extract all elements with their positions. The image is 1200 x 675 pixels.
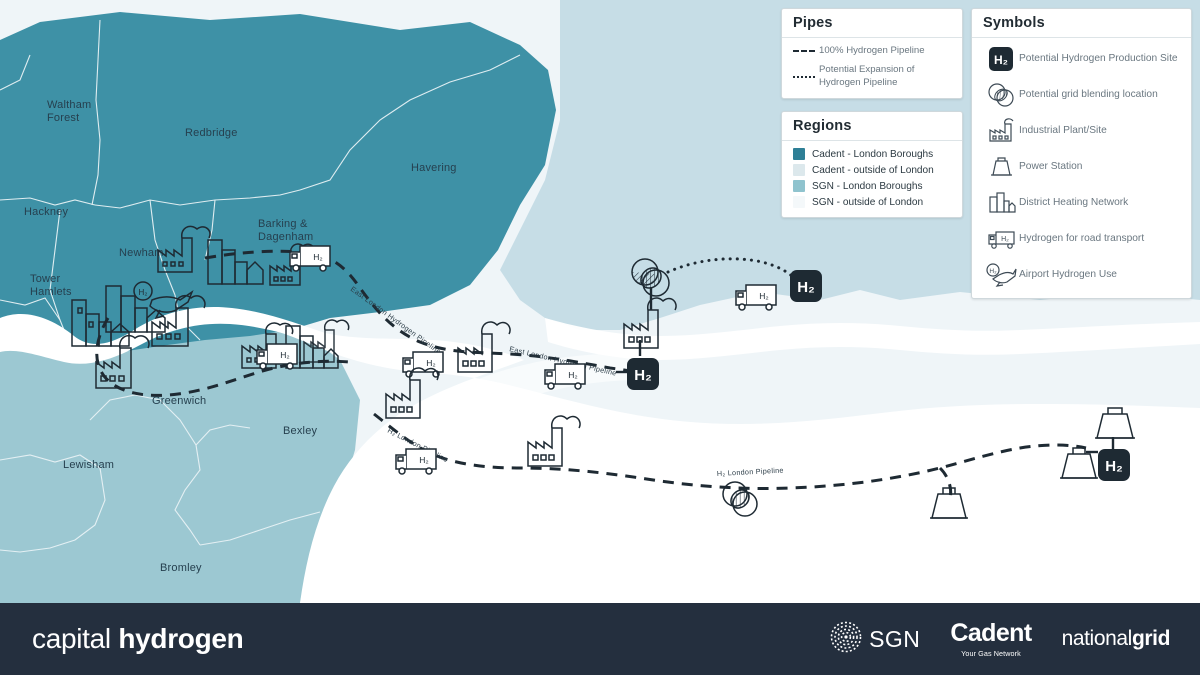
color-swatch (793, 196, 805, 208)
cadent-wordmark: Cadent (950, 618, 1032, 647)
legend-item-label: Potential Hydrogen Production Site (1019, 53, 1178, 65)
h2-production-badge-icon: H₂ (627, 358, 659, 390)
legend-item-label: Airport Hydrogen Use (1019, 269, 1117, 281)
svg-text:H₂: H₂ (634, 367, 652, 384)
borough-label: Waltham (47, 99, 91, 111)
borough-label: Newham (119, 247, 164, 259)
borough-label: Bromley (160, 562, 202, 574)
svg-text:H₂: H₂ (139, 288, 148, 297)
borough-label: Barking & (258, 218, 308, 230)
borough-label: Tower (30, 273, 60, 285)
sgn-wordmark: SGN (869, 625, 921, 652)
legend-item-label: District Heating Network (1019, 197, 1129, 209)
svg-text:H₂: H₂ (994, 53, 1008, 67)
borough-label: Lewisham (63, 459, 114, 471)
legend-item-cadent-outside[interactable]: Cadent - outside of London (793, 164, 951, 176)
borough-label: Hamlets (30, 286, 72, 298)
borough-label: Redbridge (185, 127, 238, 139)
color-swatch (793, 180, 805, 192)
legend-item-label: Cadent - outside of London (812, 164, 934, 176)
h2-production-badge-icon: H₂ (790, 270, 822, 302)
industrial-plant-icon (983, 118, 1019, 144)
legend-pipes-title: Pipes (782, 9, 962, 38)
power-station-icon (983, 155, 1019, 179)
hydrogen-truck-icon: H₂ (983, 228, 1019, 250)
legend-item-power-station[interactable]: Power Station (983, 153, 1180, 181)
sgn-spiral-icon (830, 621, 862, 658)
dashed-line-icon (793, 50, 819, 53)
svg-text:H₂: H₂ (426, 358, 435, 368)
legend-symbols-title: Symbols (972, 9, 1191, 38)
legend-panel-symbols: Symbols H₂ Potential Hydrogen Production… (971, 8, 1192, 299)
borough-label: Hackney (24, 206, 68, 218)
legend-item-industrial-plant[interactable]: Industrial Plant/Site (983, 117, 1180, 145)
svg-text:H₂: H₂ (989, 268, 997, 275)
svg-text:H₂: H₂ (280, 350, 289, 360)
dotted-line-icon (793, 75, 819, 78)
district-heating-icon (983, 190, 1019, 216)
partner-logos: SGN Cadent Your Gas Network nationalgrid (830, 618, 1171, 658)
partner-logo-sgn[interactable]: SGN (830, 621, 920, 658)
airport-hydrogen-icon: H₂ (983, 263, 1019, 287)
nationalgrid-word-grid: grid (1131, 627, 1170, 650)
legend-item-potential-expansion[interactable]: Potential Expansion of Hydrogen Pipeline (793, 64, 951, 89)
footer-bar: capital hydrogen SGN Cadent Your Gas Net… (0, 603, 1200, 675)
legend-symbols-body: H₂ Potential Hydrogen Production Site Po… (972, 38, 1191, 298)
legend-item-production-site[interactable]: H₂ Potential Hydrogen Production Site (983, 45, 1180, 73)
legend-item-label: Potential Expansion of Hydrogen Pipeline (819, 64, 915, 88)
legend-item-road-transport[interactable]: H₂ Hydrogen for road transport (983, 225, 1180, 253)
borough-label: Dagenham (258, 231, 313, 243)
partner-logo-national-grid[interactable]: nationalgrid (1061, 627, 1171, 651)
legend-item-airport-hydrogen[interactable]: H₂ Airport Hydrogen Use (983, 261, 1180, 289)
legend-item-cadent-london[interactable]: Cadent - London Boroughs (793, 148, 951, 160)
partner-logo-cadent[interactable]: Cadent Your Gas Network (950, 618, 1032, 658)
legend-item-label: 100% Hydrogen Pipeline (819, 45, 925, 56)
nationalgrid-word-national: national (1061, 627, 1133, 650)
legend-item-label: SGN - outside of London (812, 196, 924, 208)
svg-text:H₂: H₂ (1105, 458, 1123, 475)
borough-label: Forest (47, 112, 79, 124)
legend-item-label: Power Station (1019, 161, 1083, 173)
legend-item-label: SGN - London Boroughs (812, 180, 923, 192)
legend-item-label: Industrial Plant/Site (1019, 125, 1107, 137)
legend-item-label: Hydrogen for road transport (1019, 233, 1145, 245)
legend-item-grid-blending[interactable]: Potential grid blending location (983, 81, 1180, 109)
svg-text:H₂: H₂ (797, 279, 815, 296)
borough-label: Greenwich (152, 395, 206, 407)
legend-panel-regions: Regions Cadent - London Boroughs Cadent … (781, 111, 963, 218)
legend-panel-pipes: Pipes 100% Hydrogen Pipeline Potential E… (781, 8, 963, 99)
legend-regions-body: Cadent - London Boroughs Cadent - outsid… (782, 141, 962, 217)
legend-pipes-body: 100% Hydrogen Pipeline Potential Expansi… (782, 38, 962, 98)
h2-production-badge-icon: H₂ (1098, 449, 1130, 481)
brand-word-capital: capital (32, 623, 119, 654)
legend-regions-title: Regions (782, 112, 962, 141)
legend-item-sgn-london[interactable]: SGN - London Boroughs (793, 180, 951, 192)
legend-item-hydrogen-pipeline[interactable]: 100% Hydrogen Pipeline (793, 45, 951, 57)
h2-production-badge-icon: H₂ (983, 46, 1019, 72)
svg-text:H₂: H₂ (1001, 236, 1009, 243)
legend-item-district-heating[interactable]: District Heating Network (983, 189, 1180, 217)
legend-item-sgn-outside[interactable]: SGN - outside of London (793, 196, 951, 208)
svg-text:H₂: H₂ (313, 252, 322, 262)
grid-blending-icon (983, 82, 1019, 108)
brand-word-hydrogen: hydrogen (118, 623, 244, 654)
borough-label: Havering (411, 162, 457, 174)
color-swatch (793, 164, 805, 176)
legend-item-label: Cadent - London Boroughs (812, 148, 934, 160)
brand-logo: capital hydrogen (32, 623, 244, 655)
borough-label: Bexley (283, 425, 318, 437)
capital-hydrogen-map-page: Waltham Forest Redbridge Havering Hackne… (0, 0, 1200, 675)
color-swatch (793, 148, 805, 160)
legend-item-label: Potential grid blending location (1019, 89, 1158, 101)
svg-text:H₂: H₂ (759, 291, 768, 301)
svg-text:H₂: H₂ (419, 455, 428, 465)
svg-text:H₂: H₂ (568, 370, 577, 380)
cadent-tagline: Your Gas Network (961, 648, 1021, 658)
